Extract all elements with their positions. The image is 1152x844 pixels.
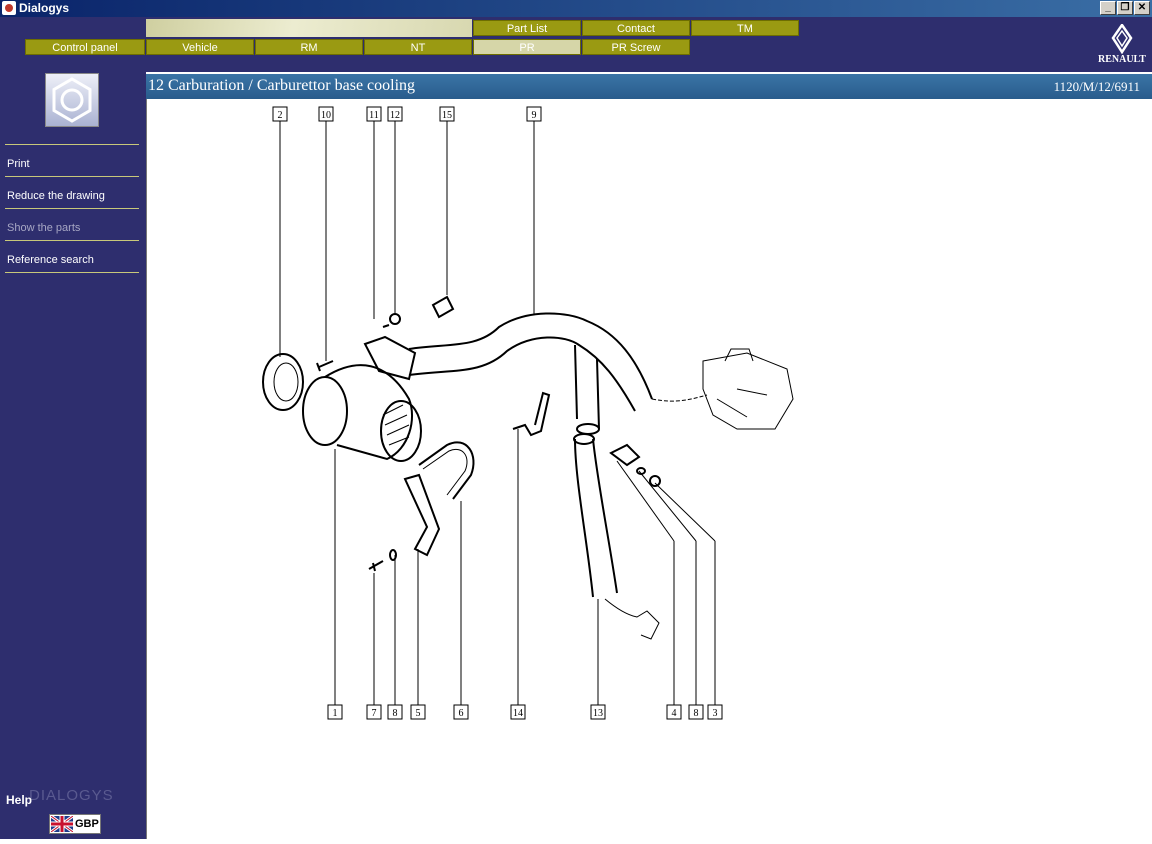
bracket-14 [512, 391, 551, 437]
tab-part-list[interactable]: Part List [473, 20, 581, 36]
pipe-branch-end [576, 423, 600, 435]
restore-icon[interactable]: ❐ [1117, 1, 1133, 15]
nut-logo [45, 73, 99, 127]
close-icon[interactable]: ✕ [1134, 1, 1150, 15]
hose-fitting [604, 598, 660, 640]
callout-6: 6 [459, 708, 464, 719]
exploded-diagram-area[interactable]: 2 10 11 12 15 9 1 7 8 5 6 14 13 4 8 3 [146, 99, 1152, 839]
pipe-upper-edge [408, 312, 653, 400]
sidebar-item-show-parts: Show the parts [7, 222, 81, 234]
renault-diamond-icon [1111, 22, 1133, 55]
hose-13-left [574, 438, 594, 598]
nut-3 [649, 475, 661, 487]
housing-outlet [380, 400, 422, 462]
callout-9: 9 [532, 110, 537, 121]
callout-8: 8 [393, 708, 398, 719]
menu-separator [5, 240, 139, 241]
currency-selector[interactable]: GBP [49, 814, 101, 834]
leader-line [654, 482, 716, 542]
sidebar-item-reference-search[interactable]: Reference search [7, 254, 94, 266]
callout-15: 15 [442, 110, 452, 121]
help-link[interactable]: Help [6, 793, 32, 807]
sidebar-item-reduce-drawing[interactable]: Reduce the drawing [7, 190, 105, 202]
pipe-lower-edge [408, 336, 636, 412]
tab-pr[interactable]: PR [473, 39, 581, 55]
seal-ring [262, 353, 304, 411]
sidebar: Print Reduce the drawing Show the parts … [0, 72, 146, 839]
callout-13: 13 [593, 708, 603, 719]
callout-11: 11 [369, 110, 379, 121]
tab-control-panel[interactable]: Control panel [25, 39, 145, 55]
leader-line [638, 470, 697, 542]
window-title: Dialogys [19, 1, 70, 15]
washer-8b [636, 467, 646, 475]
tab-contact[interactable]: Contact [582, 20, 690, 36]
currency-code: GBP [75, 818, 99, 830]
tab-tm[interactable]: TM [691, 20, 799, 36]
exploded-diagram: 2 10 11 12 15 9 1 7 8 5 6 14 13 4 8 3 [262, 106, 794, 720]
header-strip [146, 19, 472, 37]
nut-12 [389, 313, 401, 325]
page-title: 12 Carburation / Carburettor base coolin… [148, 77, 416, 94]
callout-10: 10 [321, 110, 331, 121]
washer-11 [382, 324, 390, 328]
dialogys-watermark: DIALOGYS [29, 787, 114, 804]
housing-front [302, 376, 348, 446]
minimize-icon[interactable]: _ [1100, 1, 1116, 15]
callout-1: 1 [333, 708, 338, 719]
menu-separator [5, 272, 139, 273]
header: Part List Contact TM Control panel Vehic… [0, 17, 1152, 72]
renault-wordmark: RENAULT [1098, 54, 1146, 65]
flange [363, 335, 417, 381]
clip-4 [609, 443, 641, 467]
renault-logo: RENAULT [1094, 22, 1150, 68]
hose-13-top [573, 433, 595, 445]
tab-vehicle[interactable]: Vehicle [146, 39, 254, 55]
menu-separator [5, 144, 139, 145]
callout-2: 2 [278, 110, 283, 121]
window-titlebar: Dialogys _ ❐ ✕ [0, 0, 1152, 17]
hex-nut-icon [52, 77, 92, 123]
housing-body [324, 364, 413, 461]
seal-ring-inner [273, 362, 299, 402]
drawing-reference: 1120/M/12/6911 [1053, 79, 1140, 94]
tab-rm[interactable]: RM [255, 39, 363, 55]
washer-8 [389, 549, 397, 561]
uk-flag-icon [51, 816, 73, 832]
carburettor-detail [716, 348, 768, 418]
callout-12: 12 [390, 110, 400, 121]
menu-separator [5, 208, 139, 209]
carb-hose [651, 394, 708, 402]
tab-nt[interactable]: NT [364, 39, 472, 55]
hose-13-right [592, 438, 618, 594]
callout-4: 4 [672, 708, 677, 719]
tab-pr-screw[interactable]: PR Screw [582, 39, 690, 55]
sidebar-item-print[interactable]: Print [7, 158, 30, 170]
callout-14: 14 [513, 708, 523, 719]
leader-line [616, 460, 675, 542]
content-header: 12 Carburation / Carburettor base coolin… [146, 74, 1152, 99]
callout-5: 5 [416, 708, 421, 719]
callout-3: 3 [713, 708, 718, 719]
menu-separator [5, 176, 139, 177]
sleeve-15 [431, 295, 455, 319]
support-bracket [403, 473, 441, 557]
callout-8b: 8 [694, 708, 699, 719]
app-icon [2, 1, 16, 15]
screw [316, 360, 334, 372]
callout-7: 7 [372, 708, 377, 719]
bolt-7 [368, 560, 384, 572]
